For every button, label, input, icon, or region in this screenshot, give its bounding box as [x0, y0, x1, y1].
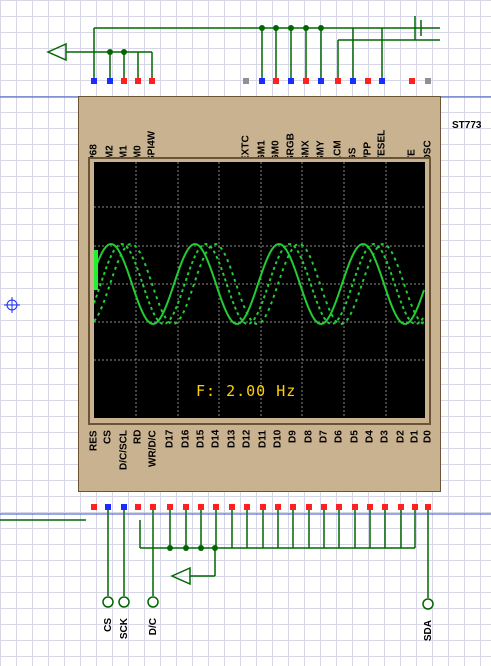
pin-state-square	[367, 504, 373, 510]
top-pin-label: IM0	[132, 145, 144, 162]
top-pin-label: TE	[406, 149, 418, 162]
bottom-pin-label: D9	[287, 430, 299, 443]
pin-state-square	[107, 78, 113, 84]
pin-state-square	[275, 504, 281, 510]
top-pin-label: GM0	[270, 140, 282, 162]
bottom-pin-label: D16	[180, 430, 192, 449]
pin-state-square	[306, 504, 312, 510]
top-pin-label: GM1	[256, 140, 268, 162]
bottom-pin-label: D11	[257, 430, 269, 448]
bottom-pin-label: D15	[195, 430, 207, 449]
pin-state-square	[229, 504, 235, 510]
bottom-pin-label: CS	[102, 430, 114, 444]
pin-state-square	[318, 78, 324, 84]
pin-state-square	[150, 504, 156, 510]
pin-state-square	[149, 78, 155, 84]
pin-state-square	[135, 504, 141, 510]
pin-state-square	[135, 78, 141, 84]
bottom-pin-label: D7	[318, 430, 330, 443]
bus-terminal-arrow-top	[46, 42, 67, 62]
bottom-pin-label: D17	[164, 430, 176, 449]
pin-state-square	[198, 504, 204, 510]
top-pin-label: SMX	[300, 140, 312, 162]
pin-state-square	[425, 78, 431, 84]
pin-state-square	[398, 504, 404, 510]
probe-label-sck: SCK	[119, 618, 130, 640]
bottom-pin-label: D13	[226, 430, 238, 449]
probe-label-cs: CS	[103, 618, 114, 632]
origin-crosshair-icon	[4, 297, 20, 313]
bottom-pin-label: D8	[303, 430, 315, 443]
top-pin-label: OSC	[422, 140, 434, 162]
bottom-pin-label: D5	[349, 430, 361, 443]
bottom-pin-label: D6	[333, 430, 345, 443]
frequency-readout: F: 2.00 Hz	[196, 382, 297, 400]
pin-state-square	[260, 504, 266, 510]
pin-state-square	[382, 504, 388, 510]
pin-state-square	[105, 504, 111, 510]
top-pin-label: VPP	[362, 141, 374, 162]
pin-state-square	[425, 504, 431, 510]
probe-label-sda: SDA	[423, 620, 434, 642]
top-pin-label: EXTC	[240, 135, 252, 162]
top-pin-label: SRGB	[285, 133, 297, 162]
pin-state-square	[352, 504, 358, 510]
bottom-pin-label: D0	[422, 430, 434, 443]
bottom-pin-label: D4	[364, 430, 376, 443]
bottom-pin-label: WR/D/C	[147, 430, 159, 467]
bottom-pin-label: D/C/SCL	[118, 430, 130, 470]
bottom-pin-label: D14	[210, 430, 222, 449]
pin-state-square	[259, 78, 265, 84]
pin-state-square	[379, 78, 385, 84]
bottom-pin-label: D2	[395, 430, 407, 443]
pin-state-square	[335, 78, 341, 84]
bottom-pin-label: RES	[88, 430, 100, 451]
pin-state-square	[288, 78, 294, 84]
pin-state-square	[91, 78, 97, 84]
top-pin-label: P68	[88, 144, 100, 162]
bottom-pin-label: D12	[241, 430, 253, 449]
pin-state-square	[303, 78, 309, 84]
pin-state-square	[91, 504, 97, 510]
lcd-screen	[93, 162, 425, 418]
probe-label-dc: D/C	[148, 618, 159, 636]
bottom-pin-label: D10	[272, 430, 284, 449]
pin-state-square	[350, 78, 356, 84]
top-pin-label: IM2	[104, 145, 116, 162]
pin-state-square	[412, 504, 418, 510]
pin-state-square	[409, 78, 415, 84]
pin-state-square	[336, 504, 342, 510]
pin-state-square	[273, 78, 279, 84]
chip-part-name: ST773	[452, 120, 482, 131]
pin-state-square	[365, 78, 371, 84]
pin-state-square	[167, 504, 173, 510]
pin-state-square	[321, 504, 327, 510]
top-pin-label: IM1	[118, 145, 130, 162]
bottom-pin-label: D3	[379, 430, 391, 443]
top-pin-label: GS	[347, 147, 359, 162]
pin-state-square	[213, 504, 219, 510]
pin-state-square	[121, 504, 127, 510]
top-pin-label: SPI4W	[146, 130, 158, 162]
bottom-pin-label: RD	[132, 430, 144, 445]
bottom-pin-label: D1	[409, 430, 421, 443]
top-pin-label: TESEL	[376, 129, 388, 162]
pin-state-square	[244, 504, 250, 510]
top-pin-label: SMY	[315, 140, 327, 162]
pin-state-square	[290, 504, 296, 510]
pin-state-square	[121, 78, 127, 84]
bus-terminal-arrow-bottom	[170, 566, 191, 586]
pin-state-square	[183, 504, 189, 510]
top-pin-label: LCM	[332, 140, 344, 162]
oscilloscope-trace	[93, 162, 425, 418]
pin-state-square	[243, 78, 249, 84]
